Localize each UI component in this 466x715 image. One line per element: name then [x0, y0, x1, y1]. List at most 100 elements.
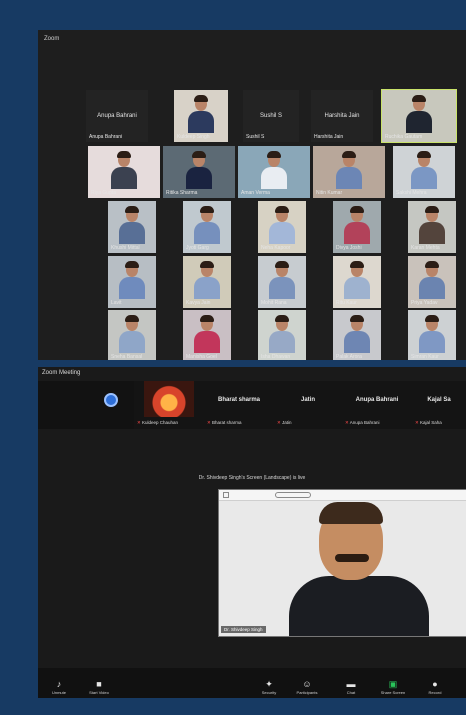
participant-video — [119, 206, 145, 244]
participant-label: ✕ Kuldeep Chauhan — [137, 420, 179, 425]
participant-tile[interactable]: Anupa Bahrani Anupa Bahrani — [86, 90, 148, 142]
participant-label: Jyoti Garg — [186, 245, 209, 251]
participant-label: Aman Verma — [241, 190, 270, 196]
participant-video — [269, 315, 295, 353]
participant-label: Palak Arora — [336, 354, 362, 360]
profile-image — [144, 381, 194, 417]
view-options-button[interactable] — [275, 492, 311, 498]
participant-name: Sushil S — [259, 112, 282, 119]
participant-thumbnail[interactable]: Bharat sharma ✕ Bharat sharma — [204, 381, 274, 429]
participant-tile[interactable]: Neha Kapoor — [258, 201, 306, 253]
participant-tile[interactable]: Manisha Goel — [183, 310, 231, 360]
participant-label: ✕ Bharat sharma — [207, 420, 242, 425]
participant-tile[interactable]: Kavya Jain — [183, 256, 231, 308]
participant-tile[interactable]: Priya Yadav — [408, 256, 456, 308]
gallery-row-3: Khushi Mittal Jyoti Garg Neha Kapoor Div… — [38, 201, 466, 253]
participant-label: Sushil S — [246, 134, 265, 140]
participant-tile[interactable]: Nitin Kumar — [313, 146, 385, 198]
participant-tile[interactable]: Sakshi Mehra — [393, 146, 455, 198]
security-icon: ✦ — [265, 679, 273, 689]
participant-tile[interactable]: Simran Kaur — [408, 310, 456, 360]
participant-tile[interactable]: Kuldeep Singh — [174, 90, 228, 142]
participant-thumbnail[interactable]: Jatin ✕ Jatin — [274, 381, 342, 429]
participant-tile[interactable]: Sneha Bansal — [108, 310, 156, 360]
participant-video — [344, 206, 370, 244]
participant-label: Kavya Jain — [186, 300, 211, 306]
participant-video — [411, 151, 437, 189]
participant-video — [186, 151, 212, 189]
gallery-row-2: Riya Gupta Ritika Sharma Aman Verma Niti… — [38, 146, 466, 198]
mic-icon: ♪ — [56, 679, 62, 689]
chat-button[interactable]: ▬ Chat — [332, 678, 370, 695]
participant-label: Riya Gupta — [91, 190, 117, 196]
view-toggle-button[interactable] — [104, 393, 118, 407]
participant-name: Anupa Bahrani — [355, 397, 399, 403]
participant-video — [344, 315, 370, 353]
participant-video — [419, 315, 445, 353]
gallery-row-1: Anupa Bahrani Anupa Bahrani Kuldeep Sing… — [38, 89, 466, 143]
participant-tile[interactable]: Lavit — [108, 256, 156, 308]
participant-label: Neha Kapoor — [261, 245, 291, 251]
participant-tile[interactable]: Ritu Kaur — [333, 256, 381, 308]
participants-button[interactable]: ☺ Participants — [288, 678, 326, 695]
meeting-controls-toolbar: ♪ Unmute ■ Start Video ✦ Security ☺ Part… — [38, 668, 466, 698]
participant-tile[interactable]: Ritika Sharma — [163, 146, 235, 198]
gallery-view-screenshot: Zoom Anupa Bahrani Anupa Bahrani Kuldeep… — [38, 30, 466, 360]
participant-video — [188, 95, 214, 133]
participant-video — [194, 206, 220, 244]
gallery-row-4: Lavit Kavya Jain Mohit Rana Ritu Kaur Pr… — [38, 256, 466, 308]
window-control-icon[interactable] — [223, 492, 229, 498]
screen-share-caption: Dr. Shivdeep Singh's Screen (Landscape) … — [198, 475, 306, 481]
participant-video — [419, 206, 445, 244]
participant-tile[interactable]: Palak Arora — [333, 310, 381, 360]
participant-label: Karan Mehta — [411, 245, 440, 251]
participant-thumbnail[interactable]: Anupa Bahrani ✕ Anupa Bahrani — [342, 381, 412, 429]
participant-label: ✕ Kajal Saha — [415, 420, 442, 425]
participant-label: Khushi Mittal — [111, 245, 140, 251]
participant-tile[interactable]: Isha Dhawan — [258, 310, 306, 360]
participant-video — [119, 315, 145, 353]
participant-label: Sakshi Mehra — [396, 190, 427, 196]
participant-label: Ritika Sharma — [166, 190, 198, 196]
participant-name: Anupa Bahrani — [97, 112, 137, 119]
start-video-button[interactable]: ■ Start Video — [80, 678, 118, 695]
participant-tile[interactable]: Jyoti Garg — [183, 201, 231, 253]
participant-thumbnail[interactable]: Kajal Sa ✕ Kajal Saha — [412, 381, 466, 429]
shared-screen[interactable]: Dr. Shivdeep Singh — [218, 489, 466, 637]
participant-thumbnail[interactable]: ✕ Kuldeep Chauhan — [134, 381, 204, 429]
participant-label: Harshita Jain — [314, 134, 344, 140]
participant-label: Sneha Bansal — [111, 354, 143, 360]
window-title: Zoom — [44, 36, 60, 42]
participant-tile[interactable]: Sushil S Sushil S — [243, 90, 299, 142]
unmute-button[interactable]: ♪ Unmute — [40, 678, 78, 695]
participant-tile[interactable]: Khushi Mittal — [108, 201, 156, 253]
record-button[interactable]: ● Record — [416, 678, 454, 695]
share-screen-button[interactable]: ▣ Share Screen — [374, 678, 412, 695]
participant-label: Mohit Rana — [261, 300, 287, 306]
participant-tile[interactable]: Mohit Rana — [258, 256, 306, 308]
participant-tile[interactable]: Riya Gupta — [88, 146, 160, 198]
participant-tile[interactable]: Aman Verma — [238, 146, 310, 198]
screen-share-screenshot: Zoom Meeting ✕ Kuldeep Chauhan Bharat sh… — [38, 367, 466, 698]
participant-label: Priya Yadav — [411, 300, 438, 306]
participant-label: Divya Joshi — [336, 245, 362, 251]
share-toolbar — [219, 490, 466, 501]
gallery-row-5: Sneha Bansal Manisha Goel Isha Dhawan Pa… — [38, 310, 466, 360]
participant-tile[interactable]: Karan Mehta — [408, 201, 456, 253]
participant-tile[interactable]: Divya Joshi — [333, 201, 381, 253]
participant-tile[interactable]: Harshita Jain Harshita Jain — [311, 90, 373, 142]
participant-label: Ruchika Gautam — [385, 134, 423, 140]
participant-video — [344, 261, 370, 299]
participant-label: Kuldeep Singh — [177, 134, 210, 140]
participant-name: Harshita Jain — [324, 112, 360, 119]
participant-tile-active-speaker[interactable]: Ruchika Gautam — [381, 89, 457, 143]
participant-video — [269, 261, 295, 299]
record-icon: ● — [432, 679, 438, 689]
speaker-video — [289, 502, 429, 636]
participant-video — [119, 261, 145, 299]
participant-label: ✕ Anupa Bahrani — [345, 420, 380, 425]
participant-label: Ritu Kaur — [336, 300, 357, 306]
participant-video — [261, 151, 287, 189]
security-button[interactable]: ✦ Security — [250, 678, 288, 695]
participant-video — [406, 95, 432, 133]
